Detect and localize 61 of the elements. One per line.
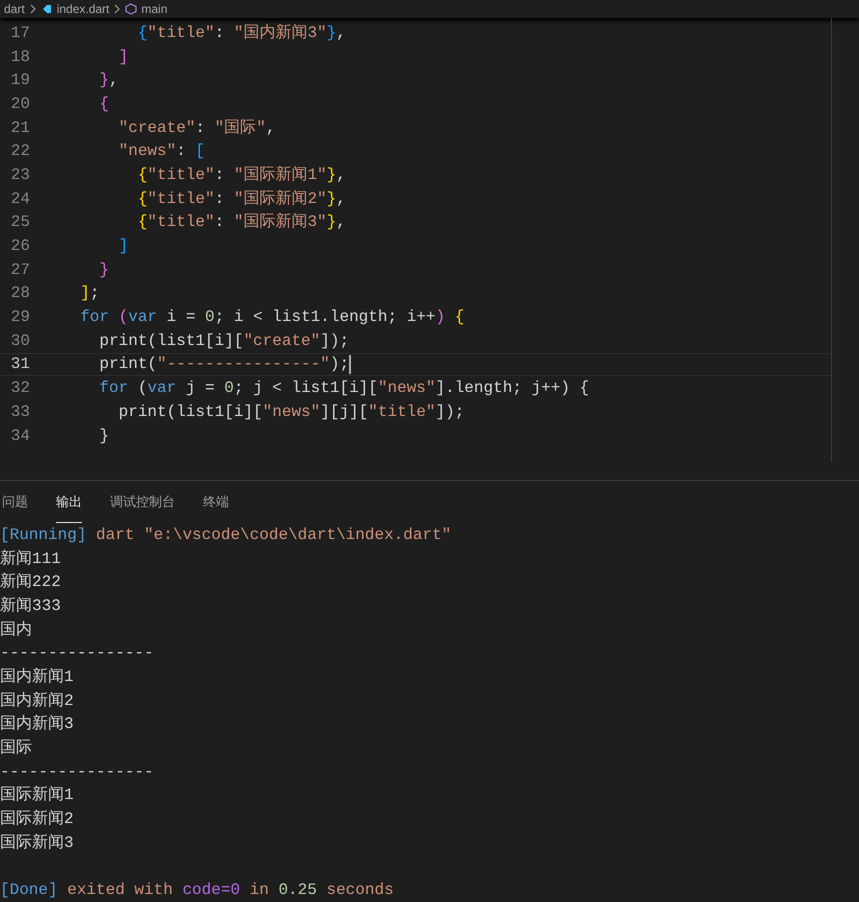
output-line: 国内新闻2	[0, 690, 74, 712]
output-line: 国内新闻3	[0, 714, 74, 736]
code-line: }	[98, 260, 110, 281]
line-number: 25	[10, 212, 30, 234]
breadcrumb-item[interactable]: index.dart	[56, 0, 110, 18]
line-number: 23	[10, 164, 30, 186]
output-line: 国际	[0, 738, 32, 760]
code-line: },	[98, 70, 119, 92]
code-line: {"title": "国际新闻3"},	[136, 212, 346, 234]
line-number: 33	[10, 402, 30, 423]
panel-tab[interactable]: 终端	[203, 481, 229, 523]
line-number: 34	[10, 426, 30, 447]
output-line: 新闻333	[0, 596, 61, 617]
output-line: [Done] exited with code=0 in 0.25 seconds	[0, 880, 394, 902]
output-line: 国际新闻1	[0, 784, 74, 806]
code-line: ];	[79, 283, 100, 304]
output-line: 国际新闻2	[0, 808, 74, 830]
code-line: ]	[118, 46, 128, 68]
line-number: 17	[10, 22, 30, 44]
output-line: 新闻222	[0, 572, 61, 594]
output-line: 国内新闻1	[0, 666, 74, 688]
text-cursor	[349, 354, 352, 374]
output-line: 国内	[0, 620, 32, 641]
breadcrumb-item[interactable]: main	[141, 0, 168, 18]
panel-tab[interactable]: 调试控制台	[110, 481, 175, 523]
output-line: ----------------	[0, 643, 154, 664]
line-number: 31	[10, 354, 30, 376]
line-number: 30	[10, 330, 30, 352]
code-line: }	[98, 426, 110, 447]
code-line: {"title": "国际新闻2"},	[136, 188, 346, 210]
code-line: {"title": "国内新闻3"},	[136, 22, 346, 44]
line-number: 24	[10, 188, 30, 210]
code-line: for (var i = 0; i < list1.length; i++) {	[79, 307, 464, 328]
code-line: ]	[118, 236, 128, 258]
line-number: 20	[10, 94, 30, 115]
code-line: print(list1[i]["news"][j]["title"]);	[118, 402, 464, 423]
code-line: "news": [	[118, 141, 206, 162]
code-line: {	[98, 94, 110, 115]
line-number: 28	[10, 283, 30, 304]
line-number: 29	[10, 307, 30, 328]
line-number: 22	[10, 141, 30, 162]
line-number: 32	[10, 378, 30, 400]
code-line: for (var j = 0; j < list1[i]["news"].length; j++) {	[98, 378, 590, 400]
output-line: ----------------	[0, 762, 154, 783]
panel-tab[interactable]: 问题	[2, 481, 28, 523]
code-line: "create": "国际",	[118, 118, 276, 139]
line-number: 26	[10, 236, 30, 258]
line-number: 27	[10, 260, 30, 281]
code-line: {"title": "国际新闻1"},	[136, 164, 346, 186]
chevron-icon	[28, 4, 37, 14]
line-number: 19	[10, 70, 30, 92]
output-line: 新闻111	[0, 548, 61, 570]
line-number: 21	[10, 118, 30, 139]
code-line: print("----------------");	[98, 354, 350, 376]
output-line: 国际新闻3	[0, 832, 74, 854]
code-line: print(list1[i]["create"]);	[98, 330, 350, 352]
output-line: [Running] dart "e:\vscode\code\dart\index.dart"	[0, 524, 452, 546]
breadcrumb-item[interactable]: dart	[4, 0, 25, 18]
chevron-icon	[113, 4, 122, 14]
line-number: 18	[10, 46, 30, 68]
panel-tab[interactable]: 输出	[56, 481, 82, 523]
